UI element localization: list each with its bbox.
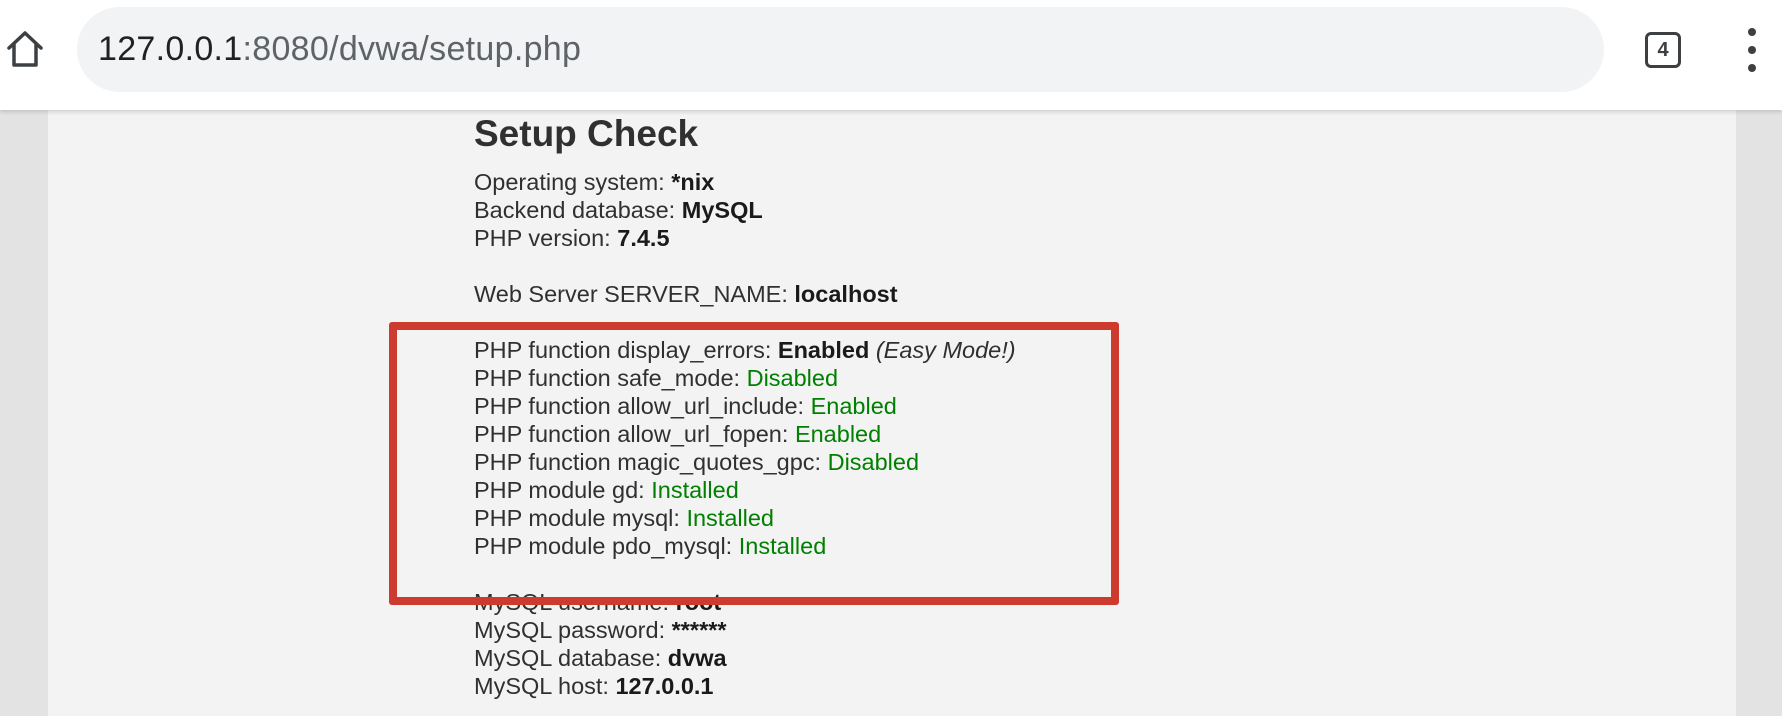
check-value: Enabled bbox=[794, 421, 882, 447]
url-host: 127.0.0.1 bbox=[98, 30, 243, 68]
check-value: Disabled bbox=[746, 365, 839, 391]
browser-toolbar: 127.0.0.1:8080/dvwa/setup.php 4 bbox=[0, 0, 1782, 110]
address-bar[interactable]: 127.0.0.1:8080/dvwa/setup.php bbox=[77, 7, 1604, 92]
info-row: Web Server SERVER_NAME: localhost bbox=[474, 280, 1016, 308]
info-value: 7.4.5 bbox=[617, 225, 670, 251]
info-label: Backend database: bbox=[474, 197, 682, 223]
check-label: PHP function display_errors: bbox=[474, 337, 778, 363]
menu-dot-icon bbox=[1748, 28, 1756, 36]
info-row: MySQL host: 127.0.0.1 bbox=[474, 672, 1016, 700]
info-value: MySQL bbox=[681, 197, 763, 223]
check-row: PHP function display_errors: Enabled (Ea… bbox=[474, 336, 1016, 364]
url-path: :8080/dvwa/setup.php bbox=[242, 30, 582, 68]
page-title: Setup Check bbox=[474, 113, 699, 154]
info-label: MySQL database: bbox=[474, 645, 668, 671]
check-label: PHP function safe_mode: bbox=[474, 365, 747, 391]
check-row: PHP function allow_url_fopen: Enabled bbox=[474, 420, 1016, 448]
check-row: PHP function safe_mode: Disabled bbox=[474, 364, 1016, 392]
setup-check-section: Setup Check Operating system: *nix Backe… bbox=[474, 112, 1016, 700]
check-row: PHP function magic_quotes_gpc: Disabled bbox=[474, 448, 1016, 476]
check-label: PHP module mysql: bbox=[474, 505, 687, 531]
home-icon bbox=[7, 31, 43, 67]
check-row: PHP module gd: Installed bbox=[474, 476, 1016, 504]
check-row: PHP function allow_url_include: Enabled bbox=[474, 392, 1016, 420]
info-row: Operating system: *nix bbox=[474, 168, 1016, 196]
info-row: MySQL username: root bbox=[474, 588, 1016, 616]
info-label: Operating system: bbox=[474, 169, 672, 195]
check-label: PHP function magic_quotes_gpc: bbox=[474, 449, 828, 475]
info-value: ****** bbox=[671, 617, 727, 643]
check-value: Enabled bbox=[810, 393, 897, 419]
info-label: Web Server SERVER_NAME: bbox=[474, 281, 795, 307]
check-value: Installed bbox=[651, 477, 739, 503]
tab-switcher-button[interactable]: 4 bbox=[1645, 32, 1681, 68]
info-value: 127.0.0.1 bbox=[615, 673, 714, 699]
info-label: MySQL host: bbox=[474, 673, 616, 699]
menu-dot-icon bbox=[1748, 64, 1756, 72]
more-options-button[interactable] bbox=[1737, 28, 1767, 72]
info-value: localhost bbox=[794, 281, 898, 307]
info-value: dvwa bbox=[667, 645, 727, 671]
check-value: Installed bbox=[738, 533, 827, 559]
info-label: MySQL username: bbox=[474, 589, 676, 615]
check-label: PHP function allow_url_fopen: bbox=[474, 421, 795, 447]
url-text: 127.0.0.1:8080/dvwa/setup.php bbox=[98, 30, 581, 69]
check-label: PHP function allow_url_include: bbox=[474, 393, 811, 419]
menu-dot-icon bbox=[1748, 46, 1756, 54]
info-row: MySQL password: ****** bbox=[474, 616, 1016, 644]
check-row: PHP module mysql: Installed bbox=[474, 504, 1016, 532]
home-button[interactable] bbox=[2, 26, 48, 72]
info-row: PHP version: 7.4.5 bbox=[474, 224, 1016, 252]
check-label: PHP module gd: bbox=[474, 477, 652, 503]
check-value: Installed bbox=[686, 505, 774, 531]
info-row: MySQL database: dvwa bbox=[474, 644, 1016, 672]
info-value: root bbox=[675, 589, 722, 615]
check-note: (Easy Mode!) bbox=[875, 337, 1016, 363]
info-value: *nix bbox=[671, 169, 715, 195]
check-label: PHP module pdo_mysql: bbox=[474, 533, 739, 559]
check-row: PHP module pdo_mysql: Installed bbox=[474, 532, 1016, 560]
check-value: Disabled bbox=[827, 449, 920, 475]
info-label: PHP version: bbox=[474, 225, 618, 251]
info-row: Backend database: MySQL bbox=[474, 196, 1016, 224]
info-label: MySQL password: bbox=[474, 617, 672, 643]
check-value: Enabled bbox=[777, 337, 870, 363]
